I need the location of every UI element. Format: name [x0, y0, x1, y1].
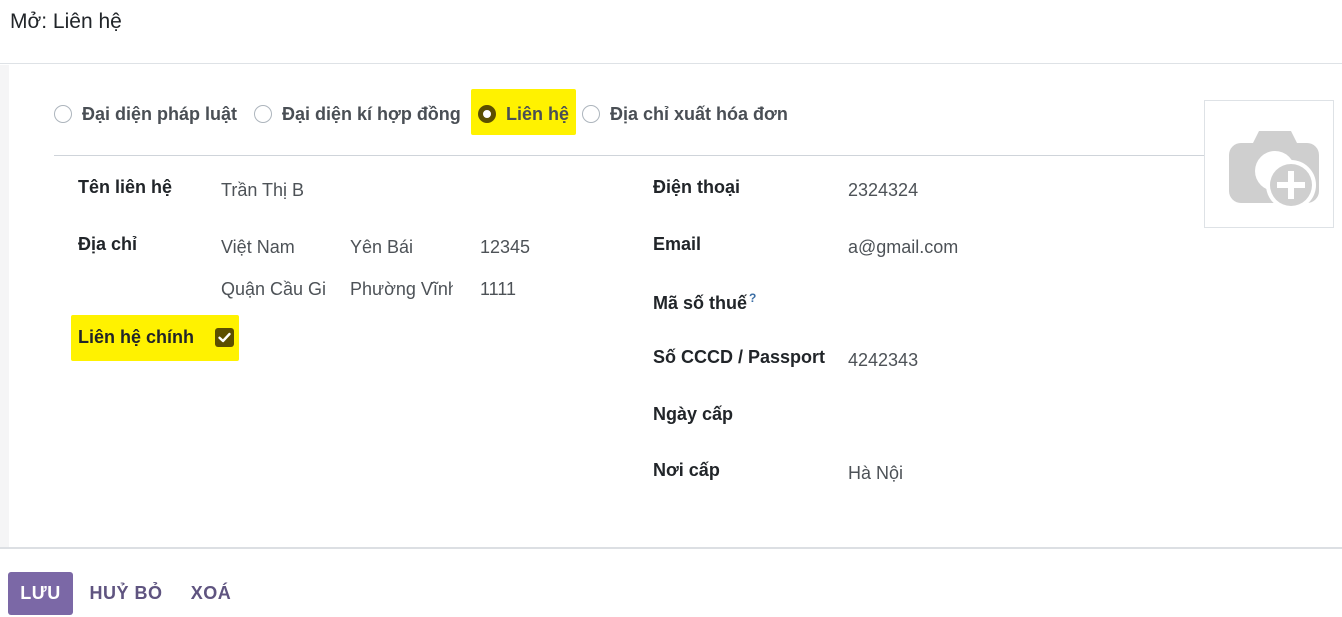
tax-code-label: Mã số thuế?: [653, 291, 756, 314]
contact-name-field[interactable]: Trần Thị B: [221, 180, 601, 201]
save-button[interactable]: LƯU: [8, 572, 73, 615]
email-field[interactable]: a@gmail.com: [848, 237, 1188, 258]
radio-label: Liên hệ: [506, 103, 570, 124]
zip-field[interactable]: 12345: [480, 237, 590, 258]
radio-label: Đại diện kí hợp đồng: [282, 103, 461, 124]
contact-name-label: Tên liên hệ: [78, 177, 173, 197]
camera-plus-icon: [1229, 131, 1319, 210]
radio-legal-representative[interactable]: Đại diện pháp luật: [54, 96, 237, 132]
contact-type-radio-group: Đại diện pháp luật Đại diện kí hợp đồng …: [54, 96, 1204, 132]
avatar-upload[interactable]: [1204, 100, 1334, 228]
issue-date-label: Ngày cấp: [653, 404, 734, 424]
id-number-field[interactable]: 4242343: [848, 350, 1188, 371]
dialog-title: Mở: Liên hệ: [10, 10, 122, 33]
issue-date-field[interactable]: [848, 407, 1188, 429]
radio-circle-checked[interactable]: [478, 105, 496, 123]
radio-contract-signer[interactable]: Đại diện kí hợp đồng: [254, 96, 461, 132]
section-divider: [54, 155, 1204, 156]
street-field[interactable]: 1111: [480, 279, 590, 300]
phone-field[interactable]: 2324324: [848, 180, 1188, 201]
tax-code-label-text: Mã số thuế: [653, 293, 748, 313]
email-label: Email: [653, 234, 702, 254]
left-strip: [0, 65, 9, 547]
province-field[interactable]: Yên Bái: [350, 237, 465, 258]
check-icon: [218, 332, 231, 343]
address-label: Địa chỉ: [78, 234, 138, 254]
ward-field[interactable]: Phường Vĩnh Phúc: [350, 279, 453, 300]
radio-billing-address[interactable]: Địa chỉ xuất hóa đơn: [582, 96, 788, 132]
radio-circle[interactable]: [582, 105, 600, 123]
radio-label: Địa chỉ xuất hóa đơn: [610, 103, 788, 124]
primary-contact-label: Liên hệ chính: [78, 327, 195, 347]
cancel-button[interactable]: HUỶ BỎ: [84, 572, 168, 615]
country-field[interactable]: Việt Nam: [221, 237, 336, 258]
radio-label: Đại diện pháp luật: [82, 103, 238, 124]
radio-circle[interactable]: [254, 105, 272, 123]
dialog-header: Mở: Liên hệ: [0, 0, 1342, 64]
issue-place-label: Nơi cấp: [653, 460, 720, 480]
footer-divider: [0, 547, 1342, 549]
tax-code-field[interactable]: [848, 294, 1188, 316]
delete-button[interactable]: XOÁ: [185, 572, 237, 615]
radio-contact[interactable]: Liên hệ: [478, 96, 569, 132]
phone-label: Điện thoại: [653, 177, 741, 197]
primary-contact-checkbox[interactable]: [215, 328, 234, 347]
issue-place-field[interactable]: Hà Nội: [848, 463, 1188, 484]
radio-circle[interactable]: [54, 105, 72, 123]
district-field[interactable]: Quận Cầu Giấy: [221, 279, 326, 300]
id-number-label: Số CCCD / Passport: [653, 347, 826, 367]
help-tooltip-icon[interactable]: ?: [749, 291, 756, 305]
